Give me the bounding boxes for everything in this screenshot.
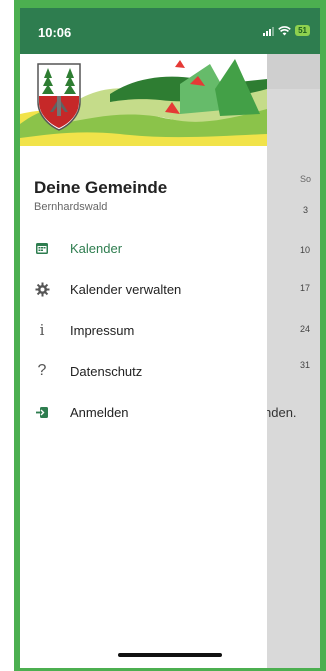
drawer-menu: Kalender Kalender verwalten i Impressum …	[20, 228, 267, 433]
menu-item-label: Kalender verwalten	[70, 282, 182, 297]
battery-icon: 51	[295, 25, 310, 36]
menu-item-datenschutz[interactable]: ? Datenschutz	[20, 351, 267, 392]
header-banner	[20, 54, 267, 146]
menu-item-impressum[interactable]: i Impressum	[20, 310, 267, 351]
calendar-icon	[34, 240, 50, 256]
question-icon: ?	[37, 362, 47, 379]
status-time: 10:06	[38, 25, 72, 40]
calendar-date[interactable]: 3	[303, 205, 308, 215]
signal-icon	[263, 26, 275, 36]
menu-item-label: Datenschutz	[70, 364, 143, 379]
navigation-drawer: Deine Gemeinde Bernhardswald Kalender Ka…	[20, 54, 267, 668]
menu-item-kalender-verwalten[interactable]: Kalender verwalten	[20, 269, 267, 310]
status-icons: 51	[263, 25, 310, 36]
calendar-appbar	[267, 54, 320, 89]
calendar-date[interactable]: 17	[300, 283, 310, 293]
info-icon: i	[39, 321, 45, 339]
menu-item-label: Kalender	[70, 241, 123, 256]
municipality-title: Deine Gemeinde	[34, 178, 168, 197]
menu-item-label: Impressum	[70, 323, 135, 338]
menu-item-anmelden[interactable]: Anmelden	[20, 392, 267, 433]
background-text: nden.	[264, 405, 297, 420]
wifi-icon	[278, 25, 291, 35]
home-indicator[interactable]	[118, 653, 222, 657]
menu-item-kalender[interactable]: Kalender	[20, 228, 267, 269]
gear-icon	[34, 281, 50, 297]
status-bar: 10:06 51	[20, 8, 320, 54]
phone-screen: 10:06 51 So 3 10 17 24 31 nden. Deine Ge…	[20, 8, 320, 668]
weekday-header: So	[300, 174, 312, 184]
calendar-date[interactable]: 31	[300, 360, 310, 370]
municipality-subtitle: Bernhardswald	[34, 201, 108, 213]
login-icon	[34, 404, 50, 420]
calendar-background[interactable]	[267, 54, 320, 668]
calendar-date[interactable]: 10	[300, 245, 310, 255]
menu-item-label: Anmelden	[70, 405, 129, 420]
calendar-date[interactable]: 24	[300, 324, 310, 334]
